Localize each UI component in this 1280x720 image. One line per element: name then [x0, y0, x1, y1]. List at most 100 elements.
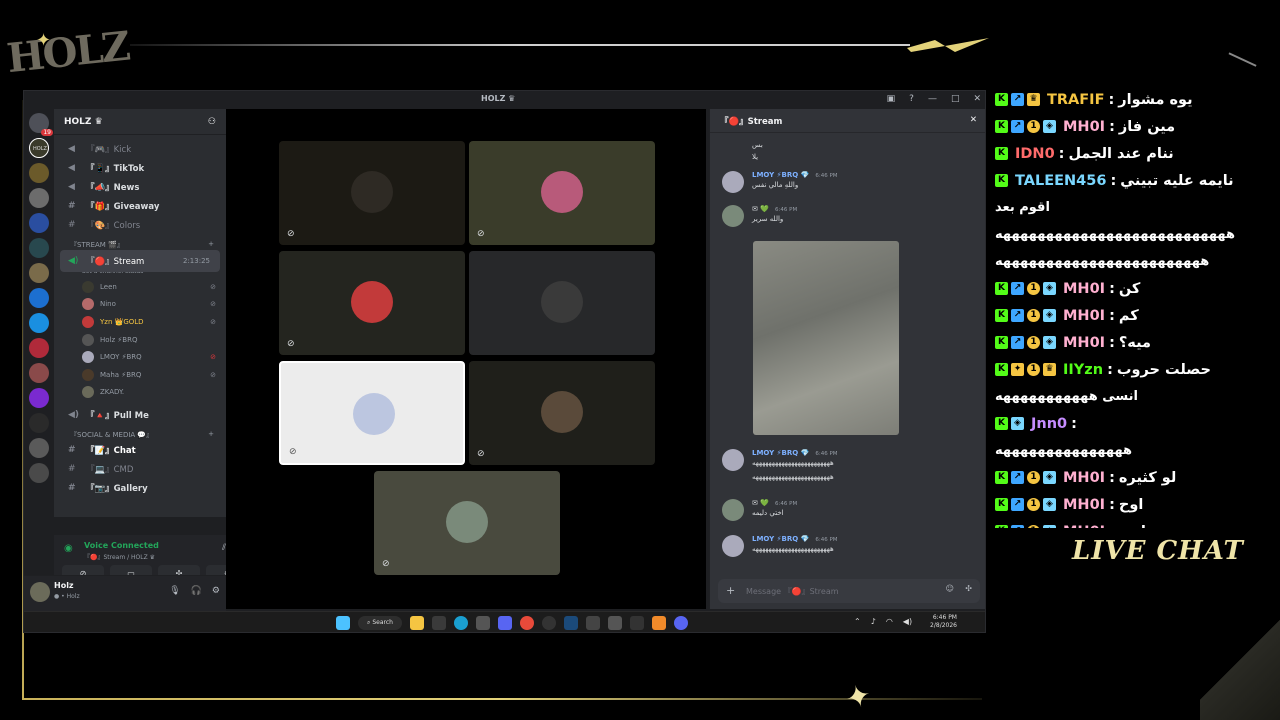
- server-icon[interactable]: [29, 288, 49, 308]
- voice-user[interactable]: LMOY ⚡BRQ ⊘: [54, 348, 226, 366]
- kick-badge-icon: K: [995, 309, 1008, 322]
- inbox-icon[interactable]: ▣: [887, 94, 896, 104]
- video-tile[interactable]: ⊘: [469, 141, 655, 245]
- image-attachment[interactable]: [753, 241, 899, 435]
- category-social[interactable]: 『SOCIAL & MEDIA 💬』 +: [54, 424, 226, 440]
- taskbar-clock[interactable]: 6:46 PM 2/8/2026: [930, 614, 957, 630]
- voice-user[interactable]: ZKADY.: [54, 384, 226, 402]
- server-icon-holz[interactable]: HOLZ: [29, 138, 49, 158]
- app-icon[interactable]: [586, 616, 600, 630]
- chrome-icon[interactable]: [520, 616, 534, 630]
- channel-news[interactable]: ◀ 『📣』News: [54, 177, 226, 196]
- edge-icon[interactable]: [454, 616, 468, 630]
- obs-icon[interactable]: [542, 616, 556, 630]
- user-name[interactable]: Holz: [54, 581, 74, 590]
- channel-colors[interactable]: # 『🎨』Colors: [54, 215, 226, 234]
- video-tile[interactable]: [469, 251, 655, 355]
- app-icon[interactable]: [630, 616, 644, 630]
- avatar[interactable]: [30, 582, 50, 602]
- server-icon[interactable]: [29, 338, 49, 358]
- server-icon[interactable]: [29, 163, 49, 183]
- message-input[interactable]: + Message 『🔴』Stream ☺ ✣: [718, 579, 980, 603]
- voice-user[interactable]: Yzn 👑GOLD ⊘: [54, 313, 226, 331]
- file-explorer-icon[interactable]: [410, 616, 424, 630]
- volume-icon[interactable]: ◀): [903, 617, 912, 626]
- muted-mic-icon: ⊘: [289, 447, 297, 457]
- add-channel-icon[interactable]: +: [208, 430, 214, 440]
- channel-gallery[interactable]: # 『📷』Gallery: [54, 478, 226, 497]
- taskbar-search[interactable]: ⌕ Search: [358, 616, 402, 630]
- channel-tiktok[interactable]: ◀ 『📱』TikTok: [54, 158, 226, 177]
- muted-icon: ⊘: [210, 282, 216, 291]
- channel-giveaway[interactable]: # 『🎁』Giveaway: [54, 196, 226, 215]
- category-stream[interactable]: 『STREAM 🎬』 +: [54, 234, 226, 250]
- store-icon[interactable]: [432, 616, 446, 630]
- vip-badge-icon: ◈: [1043, 120, 1056, 133]
- app-icon[interactable]: [652, 616, 666, 630]
- video-tile[interactable]: ⊘: [279, 361, 465, 465]
- chatter-name: MH0I: [1063, 469, 1106, 486]
- wifi-icon[interactable]: ◠: [886, 617, 893, 626]
- chat-text: لو كثيره: [1118, 469, 1177, 486]
- voice-location[interactable]: 『🔴』Stream / HOLZ ♛: [84, 552, 155, 561]
- apps-icon[interactable]: ✣: [965, 584, 972, 593]
- voice-status[interactable]: Voice Connected: [84, 541, 159, 550]
- app-icon[interactable]: [608, 616, 622, 630]
- app-icon[interactable]: [476, 616, 490, 630]
- chat-text: ههههههههههههههههههههههههه: [995, 254, 1210, 269]
- maximize-button[interactable]: □: [951, 94, 960, 104]
- voice-channel-pull-me[interactable]: ◀) 『🔺』Pull Me: [54, 405, 226, 424]
- minimize-button[interactable]: —: [928, 94, 937, 104]
- server-icon[interactable]: [29, 263, 49, 283]
- chevron-up-icon[interactable]: ⌃: [854, 617, 861, 626]
- voice-user[interactable]: Maha ⚡BRQ ⊘: [54, 366, 226, 384]
- close-window-button[interactable]: ✕: [973, 94, 981, 104]
- voice-channel-stream[interactable]: ◀) 『🔴』Stream 2:13:25: [60, 250, 220, 272]
- subscriber-badge-icon: 1: [1027, 282, 1040, 295]
- video-tile[interactable]: ⊘: [279, 141, 465, 245]
- voice-user[interactable]: Nino ⊘: [54, 296, 226, 314]
- server-icon[interactable]: [29, 238, 49, 258]
- steam-icon[interactable]: [564, 616, 578, 630]
- server-icon[interactable]: [29, 413, 49, 433]
- windows-start-icon[interactable]: [336, 616, 350, 630]
- add-attachment-icon[interactable]: +: [726, 584, 735, 597]
- server-icon[interactable]: [29, 463, 49, 483]
- headphones-icon[interactable]: 🎧: [191, 586, 202, 596]
- video-tile[interactable]: ⊘: [374, 471, 560, 575]
- invite-icon[interactable]: ⚇: [208, 117, 216, 127]
- server-icon[interactable]: [29, 313, 49, 333]
- channel-chat[interactable]: # 『📝』Chat: [54, 440, 226, 459]
- chat-text: مين فاز: [1118, 118, 1176, 135]
- app-icon[interactable]: [674, 616, 688, 630]
- close-chat-icon[interactable]: ✕: [970, 115, 977, 126]
- voice-user[interactable]: Leen ⊘: [54, 278, 226, 296]
- server-icon[interactable]: [29, 438, 49, 458]
- voice-user[interactable]: Holz ⚡BRQ: [54, 331, 226, 349]
- guild-header[interactable]: HOLZ ♛ ⚇: [54, 109, 226, 135]
- mic-tray-icon[interactable]: ♪: [871, 617, 876, 626]
- settings-gear-icon[interactable]: ⚙: [212, 586, 220, 596]
- system-tray[interactable]: ⌃ ♪ ◠ ◀): [854, 617, 912, 626]
- emoji-icon[interactable]: ☺: [946, 584, 954, 593]
- separator: :: [1109, 469, 1115, 486]
- microphone-icon[interactable]: 🎙: [169, 586, 180, 596]
- chatter-name: MH0I: [1063, 524, 1105, 529]
- direct-messages-icon[interactable]: [29, 113, 54, 136]
- discord-icon[interactable]: [498, 616, 512, 630]
- star-badge-icon: ✦: [1011, 363, 1024, 376]
- channel-cmd[interactable]: # 『💻』CMD: [54, 459, 226, 478]
- kick-badge-icon: K: [995, 471, 1008, 484]
- server-icon[interactable]: [29, 188, 49, 208]
- server-icon[interactable]: [29, 213, 49, 233]
- video-tile[interactable]: ⊘: [279, 251, 465, 355]
- video-tile[interactable]: ⊘: [469, 361, 655, 465]
- announce-icon: ◀: [68, 181, 75, 192]
- add-channel-icon[interactable]: +: [208, 240, 214, 250]
- channel-kick[interactable]: ◀ 『🎮』Kick: [54, 139, 226, 158]
- server-icon[interactable]: [29, 363, 49, 383]
- help-icon[interactable]: ?: [909, 94, 914, 104]
- muted-icon: ⊘: [210, 370, 216, 379]
- server-icon[interactable]: [29, 388, 49, 408]
- vip-badge-icon: ◈: [1043, 525, 1056, 528]
